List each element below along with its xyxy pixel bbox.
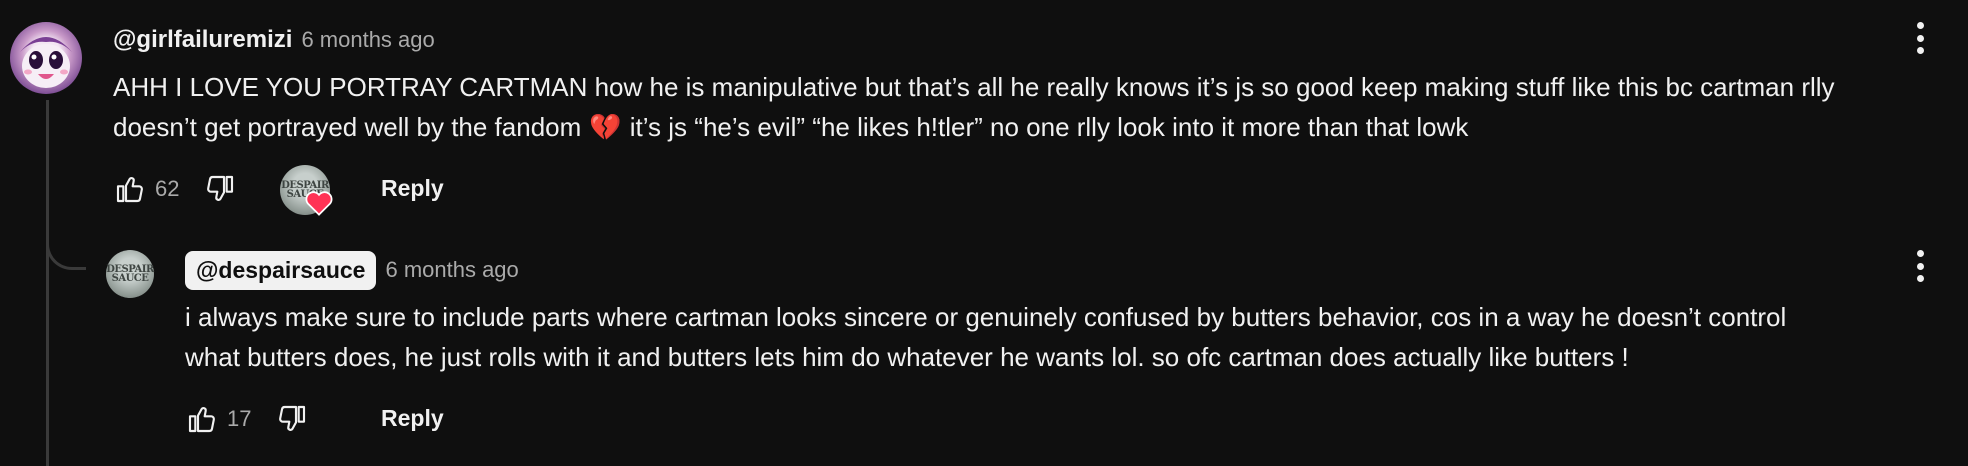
menu-dot [1916, 22, 1924, 29]
reply-action-bar: 17 Reply [185, 396, 444, 442]
thumbs-up-icon [116, 177, 143, 203]
like-button[interactable] [113, 172, 147, 206]
reply-text-line: i always make sure to include parts wher… [185, 302, 1787, 332]
comment-text-line: doesn’t get portrayed well by the fandom… [113, 107, 1835, 147]
thumbs-down-icon [207, 175, 234, 201]
comment-action-bar: 62 Reply [113, 166, 444, 212]
broken-heart-emoji: 💔 [589, 112, 622, 142]
reply-header: @despairsauce 6 months ago [185, 249, 519, 291]
comment-header: @girlfailuremizi 6 months ago [113, 24, 435, 56]
reply-more-icon[interactable] [1910, 246, 1930, 286]
dislike-button[interactable] [275, 402, 309, 436]
creator-handle-badge[interactable]: @despairsauce [185, 250, 377, 290]
dislike-button[interactable] [203, 172, 237, 206]
menu-dot [1916, 275, 1924, 282]
comment-body: AHH I LOVE YOU PORTRAY CARTMAN how he is… [113, 67, 1835, 147]
comment-text-segment: doesn’t get portrayed well by the fandom [113, 112, 582, 142]
thumbs-down-icon [279, 405, 306, 431]
thumbs-up-icon [188, 407, 215, 433]
anime-face-icon [20, 37, 72, 88]
reply-button[interactable]: Reply [381, 405, 444, 432]
reply-text-line: what butters does, he just rolls with it… [185, 342, 1629, 372]
menu-dot [1916, 34, 1924, 42]
commenter-avatar[interactable] [10, 22, 82, 94]
comments-section: @girlfailuremizi 6 months ago AHH I LOVE… [0, 0, 1968, 466]
heart-icon [305, 191, 333, 216]
thread-connector [46, 214, 86, 270]
menu-dot [1916, 250, 1924, 257]
comment-more-icon[interactable] [1910, 18, 1930, 58]
commenter-handle[interactable]: @girlfailuremizi [113, 26, 292, 54]
reply-timestamp[interactable]: 6 months ago [385, 257, 518, 283]
comment-timestamp[interactable]: 6 months ago [301, 27, 434, 53]
reply-body: i always make sure to include parts wher… [185, 297, 1786, 377]
comment-text-line: AHH I LOVE YOU PORTRAY CARTMAN how he is… [113, 72, 1835, 102]
menu-dot [1916, 47, 1924, 54]
like-button[interactable] [185, 402, 219, 436]
like-count: 62 [155, 176, 180, 201]
like-count: 17 [227, 406, 252, 431]
reply-button[interactable]: Reply [381, 175, 444, 202]
menu-dot [1916, 262, 1924, 270]
comment-text-segment: it’s js “he’s evil” “he likes h!tler” no… [629, 112, 1469, 142]
replier-avatar[interactable]: DESPAIR SAUCE [106, 250, 154, 298]
thread-line [46, 100, 49, 466]
